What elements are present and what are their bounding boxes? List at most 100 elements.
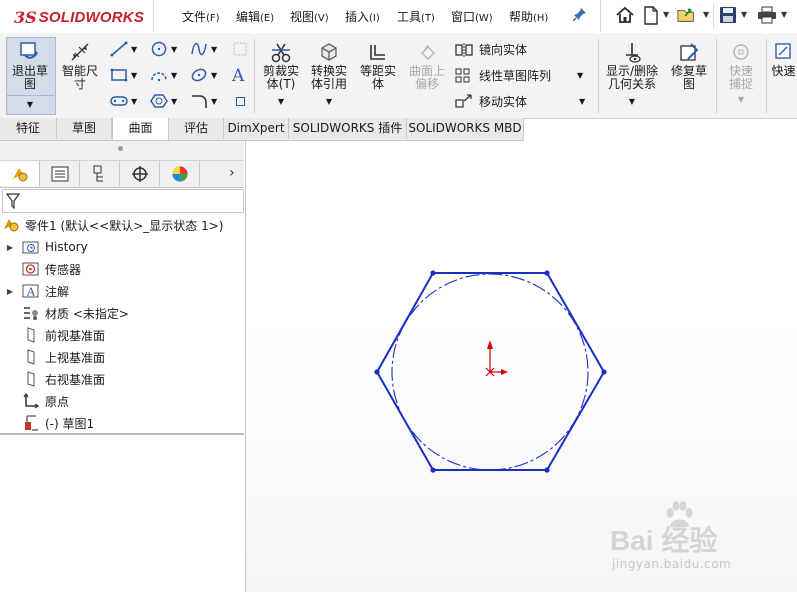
quick-snaps-dropdown-chevron-icon[interactable]: ▼ [718,93,764,106]
convert-entities-button[interactable]: 转换实体引用 ▼ [306,41,352,108]
spline-dropdown-chevron-icon[interactable]: ▼ [211,45,217,54]
convert-dropdown-chevron-icon[interactable]: ▼ [306,95,352,108]
trim-entities-button[interactable]: 剪裁实体(T) ▼ [258,41,304,108]
spline-tool[interactable]: ▼ [190,41,217,57]
expand-arrow-icon[interactable]: ▶ [4,243,16,252]
ellipse-tool[interactable]: ▼ [190,67,217,83]
rapid-sketch-icon [773,41,795,63]
display-delete-relations-label: 显示/删除几何关系 [605,64,659,91]
tab-sketch[interactable]: 草图 [57,118,112,139]
vertex-point[interactable] [430,467,436,473]
command-manager: 退出草图 ▼ 智能尺寸 ▼ ▼ ▼ ▼ ▼ ▼ A ▼ ▼ ▼ 剪裁实体(T) … [0,33,797,119]
rectangle-dropdown-chevron-icon[interactable]: ▼ [131,71,137,80]
line-tool[interactable]: ▼ [110,41,137,57]
solidworks-logo[interactable]: 3S SOLIDWORKS [14,6,144,28]
menu-file[interactable]: 文件(F) [182,8,220,25]
menu-window[interactable]: 窗口(W) [451,8,493,25]
menu-tools[interactable]: 工具(T) [397,8,435,25]
pin-icon[interactable] [572,7,587,25]
quick-snaps-button[interactable]: 快速捕捉 ▼ [718,41,764,106]
tree-item-sensors[interactable]: 传感器 [22,258,81,280]
rapid-sketch-button[interactable]: 快速 [770,41,797,78]
tree-item-material[interactable]: 材质 <未指定> [22,302,129,324]
plane-sketch-icon[interactable] [232,41,248,60]
rectangle-tool[interactable]: ▼ [110,67,137,83]
tab-feature-manager[interactable] [0,161,40,186]
save-dropdown-chevron-icon[interactable]: ▼ [741,10,747,19]
slot-dropdown-chevron-icon[interactable]: ▼ [131,97,137,106]
linear-pattern-button[interactable]: 线性草图阵列 ▼ [455,67,583,84]
move-dropdown-chevron-icon[interactable]: ▼ [579,97,585,106]
fillet-dropdown-chevron-icon[interactable]: ▼ [211,97,217,106]
smart-dimension-button[interactable]: 智能尺寸 [58,41,102,91]
tree-item-right-plane[interactable]: 右视基准面 [22,368,105,390]
tab-surfaces[interactable]: 曲面 [112,118,169,140]
point-tool-icon[interactable] [236,97,245,106]
text-tool-icon[interactable]: A [232,66,244,86]
slot-tool[interactable]: ▼ [110,93,137,109]
tab-evaluate[interactable]: 评估 [169,118,224,139]
tab-display-manager[interactable] [160,161,200,186]
new-dropdown-chevron-icon[interactable]: ▼ [663,10,669,19]
tab-dimxpert-manager[interactable] [120,161,160,186]
tab-property-manager[interactable] [40,161,80,186]
save-icon[interactable] [718,5,738,25]
exit-sketch-button[interactable]: 退出草图 [6,41,54,91]
tab-features[interactable]: 特征 [0,118,57,139]
panel-grip-icon[interactable] [118,146,123,151]
tree-filter-box[interactable] [2,189,244,213]
vertex-point[interactable] [374,369,380,375]
vertex-point[interactable] [430,270,436,276]
repair-sketch-label: 修复草图 [670,64,707,91]
menu-edit[interactable]: 编辑(E) [236,8,274,25]
tab-dimxpert[interactable]: DimXpert [224,118,289,139]
exit-sketch-dropdown-chevron-icon[interactable]: ▼ [6,95,54,114]
repair-sketch-button[interactable]: 修复草图 [666,41,712,91]
menu-view[interactable]: 视图(V) [290,8,329,25]
exit-sketch-label: 退出草图 [12,64,49,91]
polygon-tool[interactable]: ▼ [150,93,177,109]
arc-tool[interactable]: ▼ [150,67,177,83]
tree-item-origin[interactable]: 原点 [22,390,69,412]
mirror-entities-button[interactable]: 镜向实体 [455,41,527,58]
trim-dropdown-chevron-icon[interactable]: ▼ [258,95,304,108]
offset-entities-icon [367,41,389,63]
relations-dropdown-chevron-icon[interactable]: ▼ [602,95,662,108]
print-dropdown-chevron-icon[interactable]: ▼ [781,10,787,19]
tree-item-annotations[interactable]: ▶ A 注解 [4,280,69,302]
offset-on-surface-button[interactable]: 曲面上偏移 [404,41,450,91]
offset-entities-button[interactable]: 等距实体 [356,41,400,91]
tree-item-top-plane[interactable]: 上视基准面 [22,346,105,368]
tree-root-part[interactable]: 零件1 (默认<<默认>_显示状态 1>) [2,214,223,236]
linear-pattern-dropdown-chevron-icon[interactable]: ▼ [577,71,583,80]
vertex-point[interactable] [601,369,607,375]
menu-help[interactable]: 帮助(H) [509,8,548,25]
material-icon [22,305,40,321]
display-delete-relations-button[interactable]: 显示/删除几何关系 ▼ [602,41,662,108]
tab-solidworks-addins[interactable]: SOLIDWORKS 插件 [289,118,407,139]
vertex-point[interactable] [544,467,550,473]
tabs-scroll-right-icon[interactable]: › [229,165,235,181]
print-icon[interactable] [757,5,777,25]
circle-dropdown-chevron-icon[interactable]: ▼ [171,45,177,54]
tree-item-front-plane[interactable]: 前视基准面 [22,324,105,346]
line-dropdown-chevron-icon[interactable]: ▼ [131,45,137,54]
ellipse-dropdown-chevron-icon[interactable]: ▼ [211,71,217,80]
new-document-icon[interactable] [641,5,661,25]
tab-solidworks-mbd[interactable]: SOLIDWORKS MBD [407,118,524,139]
open-dropdown-chevron-icon[interactable]: ▼ [703,10,709,19]
tree-rollback-bar[interactable] [0,433,244,435]
fillet-tool[interactable]: ▼ [190,93,217,109]
home-icon[interactable] [615,5,635,25]
tree-item-history[interactable]: ▶ History [4,236,88,258]
tab-configuration-manager[interactable] [80,161,120,186]
open-folder-icon[interactable] [677,5,697,25]
vertex-point[interactable] [544,270,550,276]
polygon-dropdown-chevron-icon[interactable]: ▼ [171,97,177,106]
circle-tool[interactable]: ▼ [150,41,177,57]
move-entities-button[interactable]: 移动实体 ▼ [455,93,585,110]
expand-arrow-icon[interactable]: ▶ [4,287,16,296]
arc-dropdown-chevron-icon[interactable]: ▼ [171,71,177,80]
menu-insert[interactable]: 插入(I) [345,8,380,25]
tree-item-sketch1[interactable]: (-) 草图1 [22,412,94,434]
